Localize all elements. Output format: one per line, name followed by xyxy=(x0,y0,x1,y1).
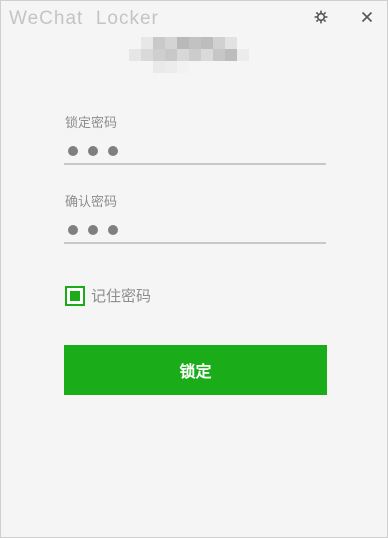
remember-label: 记住密码 xyxy=(91,287,152,305)
mosaic-cell xyxy=(237,49,249,61)
mosaic-cell xyxy=(177,49,189,61)
mosaic-cell xyxy=(129,49,141,61)
checkbox-check-mark xyxy=(70,290,80,301)
app-title: WeChat Locker xyxy=(9,8,159,29)
lock-password-field[interactable] xyxy=(64,139,326,165)
password-dot xyxy=(68,146,78,156)
lock-password-label: 锁定密码 xyxy=(65,116,118,131)
password-dot xyxy=(108,225,118,235)
close-icon xyxy=(361,11,373,23)
mosaic-cell xyxy=(225,37,237,49)
password-dot xyxy=(88,225,98,235)
mosaic-cell xyxy=(201,61,213,73)
mosaic-cell xyxy=(237,61,249,73)
mosaic-cell xyxy=(213,61,225,73)
mosaic-cell xyxy=(165,61,177,73)
mosaic-cell xyxy=(213,49,225,61)
gear-icon xyxy=(314,10,328,24)
confirm-password-label: 确认密码 xyxy=(65,195,118,210)
password-dot xyxy=(68,225,78,235)
mosaic-cell xyxy=(141,49,153,61)
mosaic-cell xyxy=(141,61,153,73)
mosaic-cell xyxy=(153,61,165,73)
mosaic-cell xyxy=(189,61,201,73)
mosaic-cell xyxy=(201,37,213,49)
mosaic-cell xyxy=(153,37,165,49)
mosaic-cell xyxy=(225,49,237,61)
mosaic-cell xyxy=(237,37,249,49)
mosaic-cell xyxy=(225,61,237,73)
close-button[interactable] xyxy=(356,6,378,28)
app-window: WeChat Locker 锁定密码 确认密码 记住密码 锁定 xyxy=(0,0,388,538)
mosaic-cell xyxy=(177,37,189,49)
settings-button[interactable] xyxy=(310,6,332,28)
mosaic-cell xyxy=(129,37,141,49)
remember-checkbox[interactable] xyxy=(65,285,85,306)
password-dot xyxy=(88,146,98,156)
confirm-password-field[interactable] xyxy=(64,218,326,244)
mosaic-cell xyxy=(141,37,153,49)
remember-password-option[interactable]: 记住密码 xyxy=(65,285,151,306)
username-mosaic xyxy=(129,37,249,73)
mosaic-cell xyxy=(189,49,201,61)
mosaic-cell xyxy=(153,49,165,61)
mosaic-cell xyxy=(189,37,201,49)
mosaic-cell xyxy=(165,37,177,49)
mosaic-cell xyxy=(177,61,189,73)
password-dot xyxy=(108,146,118,156)
lock-button[interactable]: 锁定 xyxy=(64,345,327,395)
mosaic-cell xyxy=(165,49,177,61)
mosaic-cell xyxy=(201,49,213,61)
mosaic-cell xyxy=(129,61,141,73)
mosaic-cell xyxy=(213,37,225,49)
